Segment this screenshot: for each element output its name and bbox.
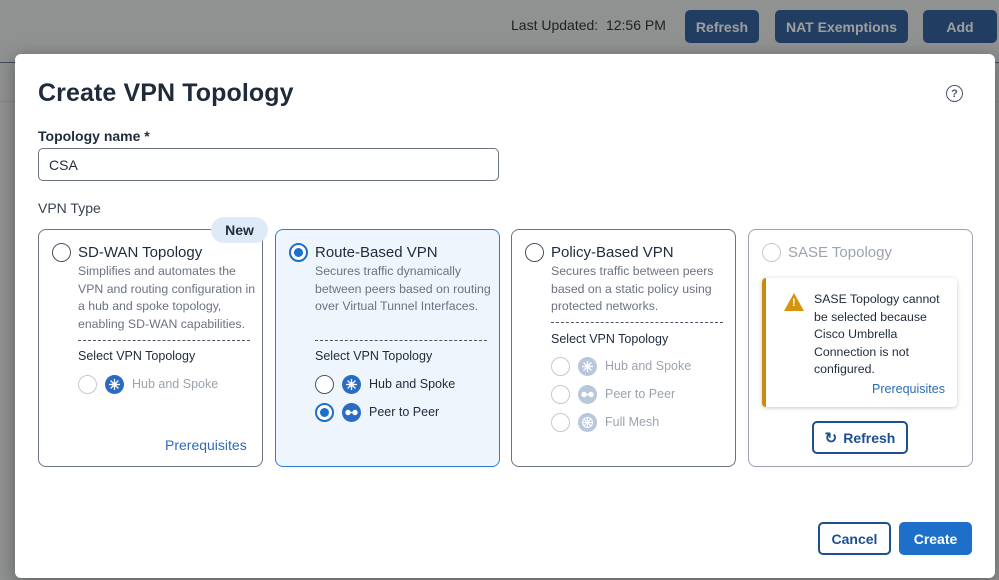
policy-hub-and-spoke-option: Hub and Spoke bbox=[551, 356, 691, 376]
peer-to-peer-radio bbox=[551, 384, 570, 404]
new-badge: New bbox=[211, 217, 268, 243]
policy-based-vpn-card[interactable]: Policy-Based VPN Secures traffic between… bbox=[511, 229, 736, 467]
card-title: Route-Based VPN bbox=[315, 244, 438, 261]
option-label: Full Mesh bbox=[605, 415, 660, 429]
option-label: Hub and Spoke bbox=[369, 377, 456, 391]
dialog-title: Create VPN Topology bbox=[38, 79, 294, 107]
sase-topology-radio bbox=[762, 243, 781, 262]
hub-and-spoke-icon bbox=[105, 374, 124, 394]
hub-and-spoke-radio bbox=[551, 356, 570, 376]
hub-and-spoke-icon bbox=[578, 356, 597, 376]
sase-topology-card: SASE Topology ! SASE Topology cannot be … bbox=[748, 229, 973, 467]
peer-to-peer-radio[interactable] bbox=[315, 402, 334, 422]
full-mesh-icon bbox=[578, 412, 597, 432]
help-icon[interactable]: ? bbox=[946, 85, 963, 102]
warning-text: SASE Topology cannot be selected because… bbox=[814, 292, 940, 376]
policy-peer-to-peer-option: Peer to Peer bbox=[551, 384, 675, 404]
peer-to-peer-icon bbox=[578, 384, 597, 404]
sdwan-hub-and-spoke-option: Hub and Spoke bbox=[78, 374, 218, 394]
hub-and-spoke-radio[interactable] bbox=[315, 374, 334, 394]
policy-full-mesh-option: Full Mesh bbox=[551, 412, 659, 432]
sdwan-prerequisites-link[interactable]: Prerequisites bbox=[165, 437, 247, 453]
card-title: Policy-Based VPN bbox=[551, 244, 674, 261]
refresh-label: Refresh bbox=[843, 429, 896, 446]
sase-prerequisites-link[interactable]: Prerequisites bbox=[872, 382, 945, 396]
hub-and-spoke-icon bbox=[342, 374, 361, 394]
route-hub-and-spoke-option[interactable]: Hub and Spoke bbox=[315, 374, 455, 394]
card-divider bbox=[78, 340, 250, 341]
card-title: SASE Topology bbox=[788, 244, 892, 261]
option-label: Peer to Peer bbox=[605, 387, 676, 401]
full-mesh-radio bbox=[551, 412, 570, 432]
route-peer-to-peer-option[interactable]: Peer to Peer bbox=[315, 402, 439, 422]
topology-name-input[interactable] bbox=[38, 148, 499, 181]
peer-to-peer-icon bbox=[342, 402, 361, 422]
refresh-icon: ↻ bbox=[824, 429, 838, 447]
warning-icon: ! bbox=[784, 293, 804, 311]
route-based-vpn-radio[interactable] bbox=[289, 243, 308, 262]
select-vpn-topology-label: Select VPN Topology bbox=[78, 349, 196, 363]
card-description: Secures traffic dynamically between peer… bbox=[315, 264, 491, 313]
option-label: Hub and Spoke bbox=[605, 359, 692, 373]
hub-and-spoke-radio bbox=[78, 374, 97, 394]
sdwan-topology-radio[interactable] bbox=[52, 243, 71, 262]
select-vpn-topology-label: Select VPN Topology bbox=[315, 349, 433, 363]
sase-refresh-button[interactable]: ↻ Refresh bbox=[812, 421, 908, 454]
card-title: SD-WAN Topology bbox=[78, 244, 203, 261]
sase-warning-notice: ! SASE Topology cannot be selected becau… bbox=[762, 278, 957, 407]
create-button[interactable]: Create bbox=[899, 522, 972, 555]
card-divider bbox=[551, 322, 723, 323]
select-vpn-topology-label: Select VPN Topology bbox=[551, 332, 669, 346]
create-vpn-topology-dialog: Create VPN Topology ? Topology name * VP… bbox=[15, 54, 995, 578]
cancel-button[interactable]: Cancel bbox=[818, 522, 891, 555]
vpn-type-label: VPN Type bbox=[38, 200, 101, 216]
policy-based-vpn-radio[interactable] bbox=[525, 243, 544, 262]
card-description: Simplifies and automates the VPN and rou… bbox=[78, 264, 256, 331]
option-label: Peer to Peer bbox=[369, 405, 440, 419]
route-based-vpn-card[interactable]: Route-Based VPN Secures traffic dynamica… bbox=[275, 229, 500, 467]
topology-name-label: Topology name * bbox=[38, 128, 150, 144]
option-label: Hub and Spoke bbox=[132, 377, 219, 391]
sdwan-topology-card[interactable]: SD-WAN Topology Simplifies and automates… bbox=[38, 229, 263, 467]
card-description: Secures traffic between peers based on a… bbox=[551, 264, 714, 313]
card-divider bbox=[315, 340, 487, 341]
